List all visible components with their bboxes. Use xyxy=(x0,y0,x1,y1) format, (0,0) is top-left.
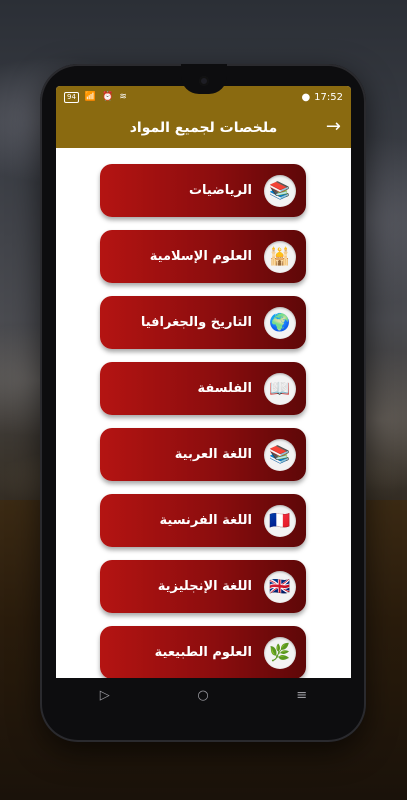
subject-label: التاريخ والجغرافيا xyxy=(140,315,252,330)
app-screen: 94 📶 ⏰ ≋ ● 17:52 ملخصات لجميع المواد → ا… xyxy=(56,86,351,708)
alarm-icon: ⏰ xyxy=(102,92,114,102)
nav-back-icon[interactable]: ▷ xyxy=(100,688,110,703)
nature-icon: 🌿 xyxy=(264,636,296,669)
subject-list: الرياضيات 📚 العلوم الإسلامية 🕌 التاريخ و… xyxy=(100,164,307,692)
nav-home-icon[interactable]: ○ xyxy=(197,688,208,703)
system-nav-bar: ▷ ○ ≡ xyxy=(56,678,351,712)
battery-indicator: 94 xyxy=(64,91,79,103)
book-icon: 📖 xyxy=(264,372,296,405)
subject-button-english[interactable]: اللغة الإنجليزية 🇬🇧 xyxy=(100,560,306,613)
signal-icon: 📶 xyxy=(84,92,97,102)
page-title: ملخصات لجميع المواد xyxy=(129,120,278,136)
france-flag-icon: 🇫🇷 xyxy=(264,504,296,537)
subject-label: اللغة العربية xyxy=(174,447,252,462)
mosque-icon: 🕌 xyxy=(264,240,296,273)
wifi-icon: ≋ xyxy=(119,92,127,102)
subject-label: اللغة الإنجليزية xyxy=(157,579,252,594)
arrow-right-icon[interactable]: → xyxy=(326,116,341,137)
subject-button-islamic[interactable]: العلوم الإسلامية 🕌 xyxy=(100,230,306,283)
subject-button-history-geo[interactable]: التاريخ والجغرافيا 🌍 xyxy=(100,296,306,349)
status-time: 17:52 xyxy=(314,91,343,103)
app-bar: ملخصات لجميع المواد → xyxy=(56,108,351,148)
books-icon: 📚 xyxy=(264,174,296,207)
subject-label: الرياضيات xyxy=(188,183,252,198)
stack-books-icon: 📚 xyxy=(264,438,296,471)
subject-button-philosophy[interactable]: الفلسفة 📖 xyxy=(100,362,306,415)
nav-menu-icon[interactable]: ≡ xyxy=(296,688,307,703)
globe-icon: 🌍 xyxy=(264,306,296,339)
notification-icon: ● xyxy=(301,91,311,103)
subject-label: الفلسفة xyxy=(197,381,252,396)
subject-button-math[interactable]: الرياضيات 📚 xyxy=(100,164,306,217)
subject-button-arabic[interactable]: اللغة العربية 📚 xyxy=(100,428,306,481)
subject-button-french[interactable]: اللغة الفرنسية 🇫🇷 xyxy=(100,494,306,547)
subject-label: العلوم الطبيعية xyxy=(154,645,252,660)
english-book-icon: 🇬🇧 xyxy=(264,570,296,603)
subject-label: اللغة الفرنسية xyxy=(159,513,252,528)
subject-label: العلوم الإسلامية xyxy=(149,249,252,264)
subject-button-natural-sciences[interactable]: العلوم الطبيعية 🌿 xyxy=(100,626,306,679)
front-camera xyxy=(199,76,209,86)
